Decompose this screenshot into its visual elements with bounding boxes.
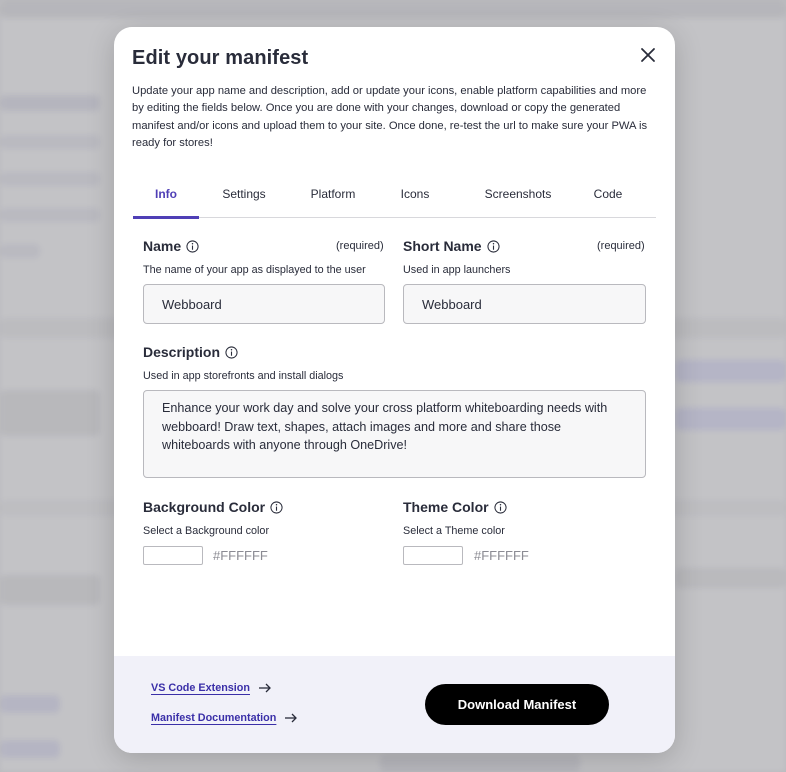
download-manifest-button[interactable]: Download Manifest (425, 684, 609, 725)
description-label-text: Description (143, 344, 221, 360)
short-name-required-note: (required) (597, 240, 645, 252)
short-name-hint: Used in app launchers (403, 264, 511, 276)
arrow-right-icon (259, 683, 271, 693)
tab-settings[interactable]: Settings (211, 179, 277, 217)
theme-color-field-label: Theme Color (403, 499, 507, 515)
edit-manifest-dialog: Edit your manifest Update your app name … (114, 27, 675, 753)
background-color-field-label: Background Color (143, 499, 283, 515)
description-hint: Used in app storefronts and install dial… (143, 370, 344, 382)
tab-icons[interactable]: Icons (395, 179, 435, 217)
short-name-input[interactable] (403, 284, 646, 324)
tab-platform[interactable]: Platform (298, 179, 368, 217)
name-required-note: (required) (336, 240, 384, 252)
description-field-label: Description (143, 344, 238, 360)
close-button[interactable] (636, 43, 660, 67)
tab-code[interactable]: Code (588, 179, 628, 217)
name-field-label: Name (143, 238, 199, 254)
theme-color-hint: Select a Theme color (403, 525, 505, 537)
theme-color-label-text: Theme Color (403, 499, 489, 515)
theme-color-swatch[interactable] (403, 546, 463, 565)
name-label-text: Name (143, 238, 182, 254)
theme-color-value: #FFFFFF (474, 548, 529, 563)
info-icon[interactable] (270, 501, 283, 514)
dialog-footer: VS Code Extension Manifest Documentation… (114, 656, 675, 753)
manifest-documentation-link-label: Manifest Documentation (151, 712, 277, 724)
background-color-value: #FFFFFF (213, 548, 268, 563)
dialog-title: Edit your manifest (132, 47, 309, 69)
info-icon[interactable] (486, 240, 500, 253)
description-textarea[interactable]: Enhance your work day and solve your cro… (143, 390, 646, 478)
vscode-extension-link-label: VS Code Extension (151, 682, 250, 694)
tab-screenshots[interactable]: Screenshots (476, 179, 560, 217)
manifest-documentation-link[interactable]: Manifest Documentation (151, 712, 298, 724)
arrow-right-icon (285, 713, 298, 723)
info-icon[interactable] (225, 346, 238, 359)
name-hint: The name of your app as displayed to the… (143, 264, 366, 276)
close-icon (641, 48, 655, 62)
vscode-extension-link[interactable]: VS Code Extension (151, 682, 272, 694)
name-input[interactable] (143, 284, 385, 324)
tab-bar: Info Settings Platform Icons Screenshots… (133, 179, 656, 219)
background-color-swatch[interactable] (143, 546, 203, 565)
background-color-hint: Select a Background color (143, 525, 270, 537)
info-icon[interactable] (493, 501, 507, 514)
tab-info[interactable]: Info (133, 179, 199, 219)
dialog-intro-text: Update your app name and description, ad… (132, 85, 648, 150)
info-icon[interactable] (186, 240, 199, 253)
short-name-field-label: Short Name (403, 238, 500, 254)
background-color-label-text: Background Color (143, 499, 266, 515)
short-name-label-text: Short Name (403, 238, 482, 254)
